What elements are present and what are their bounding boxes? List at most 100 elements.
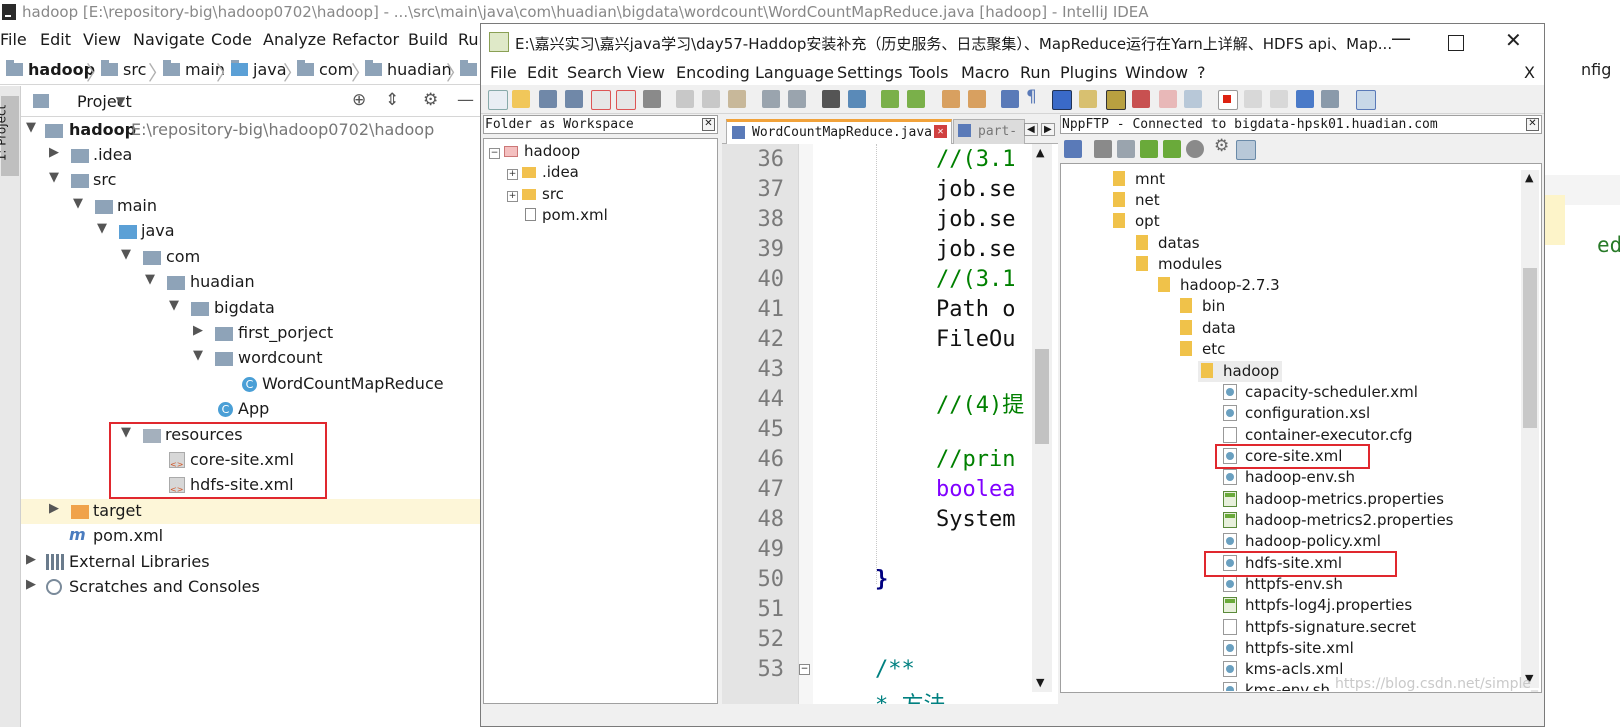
ftp-file-hadoop-metrics2[interactable]: hadoop-metrics2.properties [1223,511,1453,529]
monitor-icon[interactable] [1184,90,1202,108]
sync-vertical-icon[interactable] [942,90,960,108]
tree-node-java[interactable]: ▼ java [21,219,501,244]
refresh-icon[interactable] [1140,140,1158,158]
chevron-down-icon[interactable]: ▼ [121,247,131,262]
ij-menu-refactor[interactable]: Refactor [332,30,399,49]
save-all-icon[interactable] [565,90,583,108]
chevron-right-icon[interactable]: ▶ [26,552,36,567]
tree-node-hadoop[interactable]: ▼ hadoop E:\repository-big\hadoop0702\ha… [21,118,501,143]
npp-menu-file[interactable]: File [490,63,517,82]
scroll-thumb[interactable] [1035,349,1049,444]
close-all-icon[interactable] [616,90,636,110]
collapse-all-icon[interactable]: ⇕ [385,90,399,110]
close-icon[interactable]: ✕ [1505,28,1522,52]
upload-icon[interactable] [1117,140,1135,158]
play-macro-icon[interactable] [1270,90,1288,108]
ij-menu-build[interactable]: Build [408,30,448,49]
fold-toggle-icon[interactable]: − [799,664,810,675]
open-file-icon[interactable] [512,90,530,108]
sync-icon[interactable] [1163,140,1181,158]
ij-menu-view[interactable]: View [83,30,121,49]
zoom-out-icon[interactable] [907,90,925,108]
nppftp-toggle-icon[interactable] [1356,90,1376,110]
breadcrumb-item-bigdata[interactable] [460,60,482,79]
folder-workspace-icon[interactable] [1159,90,1177,108]
maximize-icon[interactable] [1448,35,1464,51]
expand-icon[interactable]: + [507,169,518,180]
ftp-folder-bin[interactable]: bin [1180,297,1225,315]
chevron-right-icon[interactable]: ▶ [49,501,59,516]
ij-menu-analyze[interactable]: Analyze [263,30,326,49]
ftp-file-container-executor[interactable]: container-executor.cfg [1223,426,1413,444]
function-list-icon[interactable] [1132,90,1150,108]
tree-node-com[interactable]: ▼ com [21,245,501,270]
redo-icon[interactable] [788,90,806,108]
npp-menu-run[interactable]: Run [1020,63,1051,82]
cut-icon[interactable] [676,90,694,108]
ftp-file-configuration-xsl[interactable]: configuration.xsl [1223,404,1370,422]
show-all-chars-icon[interactable]: ¶ [1026,87,1044,107]
npp-menu-help[interactable]: ? [1197,63,1206,82]
replace-icon[interactable] [848,90,866,108]
ftp-folder-modules[interactable]: modules [1136,255,1222,273]
tree-node-scratches[interactable]: ▶ Scratches and Consoles [21,575,501,600]
minimize-icon[interactable]: — [457,90,474,110]
chevron-down-icon[interactable]: ▼ [26,120,36,135]
udl-icon[interactable] [1079,90,1097,108]
tree-node-main[interactable]: ▼ main [21,194,501,219]
breadcrumb-item-hadoop[interactable]: hadoop [6,60,95,79]
close-icon[interactable]: ✕ [1526,118,1539,131]
locate-icon[interactable]: ⊕ [352,90,366,110]
connect-icon[interactable] [1064,140,1082,158]
abort-icon[interactable] [1186,140,1204,158]
ftp-vertical-scrollbar[interactable]: ▲ ▼ [1521,170,1539,688]
chevron-right-icon[interactable]: ▶ [26,577,36,592]
ftp-folder-datas[interactable]: datas [1136,234,1200,252]
expand-icon[interactable]: + [507,191,518,202]
tab-scroll-left-icon[interactable]: ◀ [1024,123,1038,136]
chevron-down-icon[interactable]: ▼ [97,221,107,236]
record-macro-icon[interactable] [1218,90,1238,110]
tree-node-src[interactable]: ▼ src [21,168,501,193]
npp-menu-window[interactable]: Window [1125,63,1188,82]
ftp-folder-data[interactable]: data [1180,319,1236,337]
chevron-down-icon[interactable]: ▼ [145,272,155,287]
doc-map-icon[interactable] [1106,90,1126,110]
tab-wordcountmapreduce[interactable]: WordCountMapReduce.java ✕ [726,119,952,146]
gear-icon[interactable]: ⚙ [423,90,438,110]
tree-node-bigdata[interactable]: ▼ bigdata [21,296,501,321]
npp-menu-encoding[interactable]: Encoding [676,63,750,82]
paste-icon[interactable] [728,90,746,108]
ftp-folder-net[interactable]: net [1113,191,1160,209]
download-icon[interactable] [1094,140,1112,158]
npp-menu-macro[interactable]: Macro [961,63,1009,82]
breadcrumb-item-com[interactable]: com [297,60,353,79]
save-macro-icon[interactable] [1321,90,1339,108]
indent-guide-icon[interactable] [1052,90,1072,110]
chevron-down-icon[interactable]: ▼ [169,298,179,313]
close-file-icon[interactable] [591,90,611,110]
ij-menu-navigate[interactable]: Navigate [133,30,205,49]
chevron-right-icon[interactable]: ▶ [49,145,59,160]
ftp-file-hadoop-env[interactable]: hadoop-env.sh [1223,468,1355,486]
chevron-down-icon[interactable]: ▼ [73,196,83,211]
npp-menu-view[interactable]: View [627,63,665,82]
copy-icon[interactable] [702,90,720,108]
breadcrumb-item-huadian[interactable]: huadian [365,60,452,79]
npp-menu-language[interactable]: Language [755,63,834,82]
message-window-icon[interactable] [1236,140,1256,160]
new-file-icon[interactable] [488,90,508,110]
ftp-file-kms-acls[interactable]: kms-acls.xml [1223,660,1343,678]
npp-menu-edit[interactable]: Edit [527,63,558,82]
chevron-down-icon[interactable]: ▼ [49,170,59,185]
npp-menu-close-doc[interactable]: X [1524,63,1535,82]
save-icon[interactable] [539,90,557,108]
workspace-item-pom[interactable]: pom.xml [525,206,608,224]
collapse-icon[interactable]: − [489,148,500,159]
tree-node-first-porject[interactable]: ▶ first_porject [21,321,501,346]
ftp-file-httpfs-signature[interactable]: httpfs-signature.secret [1223,618,1416,636]
scroll-down-icon[interactable]: ▼ [1036,676,1044,689]
npp-menu-settings[interactable]: Settings [837,63,903,82]
close-icon[interactable]: ✕ [702,118,715,131]
ftp-folder-mnt[interactable]: mnt [1113,170,1165,188]
